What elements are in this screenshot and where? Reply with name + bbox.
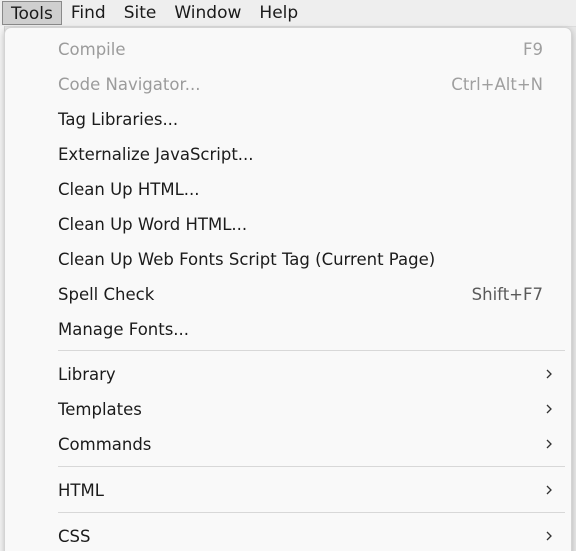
menu-item-commands[interactable]: Commands [5, 427, 571, 462]
menu-item-clean-up-word-html[interactable]: Clean Up Word HTML... [5, 207, 571, 242]
tools-dropdown-menu: Compile F9 Code Navigator... Ctrl+Alt+N … [4, 27, 572, 551]
menu-item-shortcut: Ctrl+Alt+N [451, 75, 543, 94]
menu-item-css[interactable]: CSS [5, 519, 571, 551]
menu-item-tag-libraries[interactable]: Tag Libraries... [5, 102, 571, 137]
menu-item-label: Library [58, 365, 116, 384]
menu-item-library[interactable]: Library [5, 357, 571, 392]
menu-item-label: Code Navigator... [58, 75, 201, 94]
menu-help[interactable]: Help [250, 1, 307, 25]
menu-item-shortcut: F9 [523, 40, 543, 59]
chevron-right-icon [546, 404, 552, 414]
menu-item-label: Templates [58, 400, 142, 419]
menu-bar: Tools Find Site Window Help [0, 0, 576, 27]
menu-item-label: Commands [58, 435, 152, 454]
menu-window[interactable]: Window [165, 1, 250, 25]
menu-item-label: Clean Up Word HTML... [58, 215, 248, 234]
menu-item-label: Manage Fonts... [58, 320, 190, 339]
menu-separator [58, 350, 565, 351]
menu-item-label: Externalize JavaScript... [58, 145, 254, 164]
menu-item-html[interactable]: HTML [5, 473, 571, 508]
menu-item-label: Clean Up Web Fonts Script Tag (Current P… [58, 250, 436, 269]
menu-separator [58, 512, 565, 513]
app-window: Tools Find Site Window Help Compile F9 C… [0, 0, 576, 551]
menu-item-label: Clean Up HTML... [58, 180, 200, 199]
menu-item-label: Compile [58, 40, 126, 59]
menu-item-clean-up-web-fonts[interactable]: Clean Up Web Fonts Script Tag (Current P… [5, 242, 571, 277]
menu-item-label: CSS [58, 527, 91, 546]
menu-site[interactable]: Site [115, 1, 166, 25]
menu-item-label: Tag Libraries... [58, 110, 179, 129]
menu-item-spell-check[interactable]: Spell Check Shift+F7 [5, 277, 571, 312]
chevron-right-icon [546, 439, 552, 449]
chevron-right-icon [546, 485, 552, 495]
menu-tools[interactable]: Tools [2, 1, 62, 25]
menu-item-manage-fonts[interactable]: Manage Fonts... [5, 312, 571, 347]
menu-item-externalize-javascript[interactable]: Externalize JavaScript... [5, 137, 571, 172]
menu-item-code-navigator: Code Navigator... Ctrl+Alt+N [5, 67, 571, 102]
menu-item-clean-up-html[interactable]: Clean Up HTML... [5, 172, 571, 207]
menu-item-compile: Compile F9 [5, 32, 571, 67]
chevron-right-icon [546, 531, 552, 541]
chevron-right-icon [546, 369, 552, 379]
menu-find[interactable]: Find [62, 1, 115, 25]
menu-separator [58, 466, 565, 467]
menu-item-label: HTML [58, 481, 104, 500]
menu-item-label: Spell Check [58, 285, 155, 304]
menu-item-templates[interactable]: Templates [5, 392, 571, 427]
menu-item-shortcut: Shift+F7 [471, 285, 543, 304]
